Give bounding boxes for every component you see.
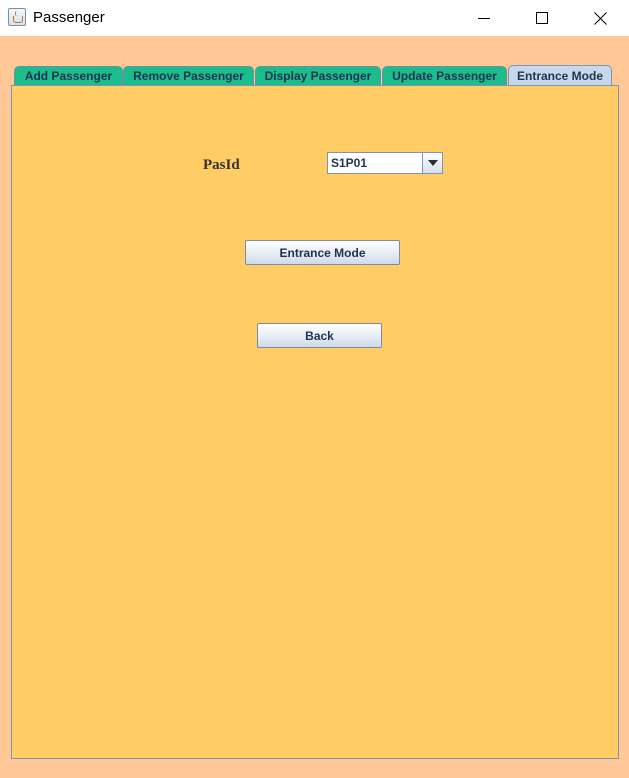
maximize-icon [536,12,548,24]
chevron-down-icon [427,160,438,166]
close-icon [593,11,607,25]
tab-display-passenger[interactable]: Display Passenger [255,66,381,85]
title-bar: Passenger [0,0,629,36]
tab-label: Add Passenger [24,69,113,83]
pasid-combobox[interactable]: S1P01 [327,152,443,174]
pasid-label: PasId [203,157,240,173]
window-title: Passenger [33,9,105,26]
tab-label: Remove Passenger [133,69,244,83]
minimize-icon [478,18,490,19]
entrance-mode-button-label: Entrance Mode [279,245,366,260]
tab-label: Entrance Mode [516,68,603,83]
entrance-mode-panel [11,85,619,759]
java-app-icon [8,8,26,26]
close-button[interactable] [571,0,629,36]
tab-add-passenger[interactable]: Add Passenger [14,66,123,85]
pasid-selected-value: S1P01 [331,156,368,170]
maximize-button[interactable] [513,0,571,36]
tab-label: Update Passenger [392,69,497,83]
tab-remove-passenger[interactable]: Remove Passenger [123,66,254,85]
minimize-button[interactable] [455,0,513,36]
dropdown-arrow-button[interactable] [422,153,442,173]
entrance-mode-button[interactable]: Entrance Mode [245,240,400,265]
tab-entrance-mode[interactable]: Entrance Mode [508,65,612,85]
back-button-label: Back [305,328,334,343]
tab-label: Display Passenger [264,69,372,83]
tab-update-passenger[interactable]: Update Passenger [382,66,507,85]
back-button[interactable]: Back [257,323,382,348]
